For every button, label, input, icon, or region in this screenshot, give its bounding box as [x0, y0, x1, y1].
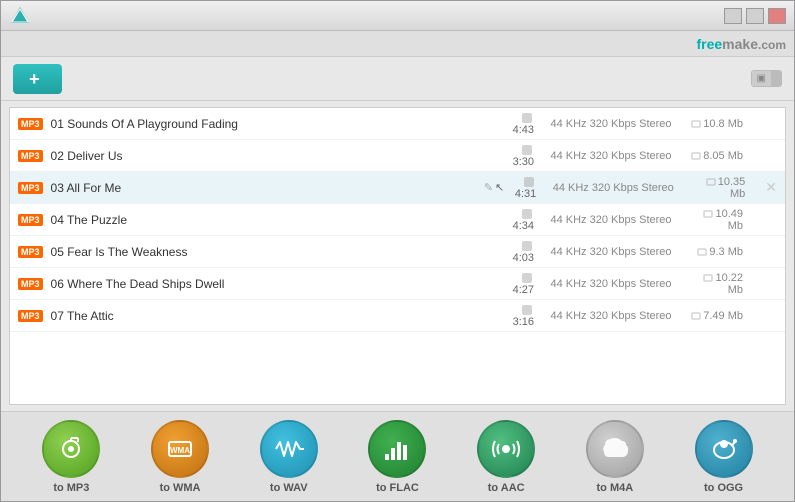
track-badge: MP3 [18, 182, 43, 194]
track-name: 07 The Attic [51, 309, 502, 323]
track-meta: 4:43 44 KHz 320 Kbps Stereo 10.8 Mb [502, 112, 777, 136]
menu-convert[interactable] [49, 41, 69, 47]
wma-label: to WMA [160, 482, 201, 494]
track-size: 10.35 Mb [690, 176, 745, 200]
edit-icon[interactable]: ✎ [484, 181, 493, 194]
menu-bar: freemake.com [1, 31, 794, 57]
aac-label: to AAC [488, 482, 525, 494]
brand-logo: freemake.com [696, 36, 786, 52]
svg-text:WMA: WMA [170, 446, 190, 455]
track-name: 01 Sounds Of A Playground Fading [51, 117, 502, 131]
track-meta: 3:16 44 KHz 320 Kbps Stereo 7.49 Mb [502, 304, 777, 328]
track-quality: 44 KHz 320 Kbps Stereo [546, 246, 676, 258]
menu-help[interactable] [69, 41, 89, 47]
track-size: 8.05 Mb [688, 150, 743, 162]
track-meta: 4:34 44 KHz 320 Kbps Stereo 10.49 Mb [502, 208, 777, 232]
track-close-button[interactable]: ✕ [765, 179, 777, 196]
join-toggle-on[interactable]: ▣ [752, 71, 771, 86]
flac-icon [368, 420, 426, 478]
brand-domain: .com [758, 38, 786, 52]
track-duration: 4:43 [502, 112, 534, 136]
menu-edit[interactable] [29, 41, 49, 47]
join-files-control: ▣ [745, 70, 782, 87]
track-size: 7.49 Mb [688, 310, 743, 322]
track-duration: 4:03 [502, 240, 534, 264]
track-badge: MP3 [18, 278, 43, 290]
track-list: MP3 01 Sounds Of A Playground Fading 4:4… [9, 107, 786, 405]
minimize-button[interactable] [724, 8, 742, 24]
flac-label: to FLAC [376, 482, 419, 494]
track-badge: MP3 [18, 246, 43, 258]
converter-m4a-button[interactable]: to M4A [586, 420, 644, 494]
menu-file[interactable] [9, 41, 29, 47]
plus-icon: + [29, 70, 40, 88]
aac-icon [477, 420, 535, 478]
track-name: 06 Where The Dead Ships Dwell [51, 277, 502, 291]
track-meta: 4:27 44 KHz 320 Kbps Stereo 10.22 Mb [502, 272, 777, 296]
track-duration: 4:34 [502, 208, 534, 232]
toolbar: + ▣ [1, 57, 794, 101]
track-row[interactable]: MP3 06 Where The Dead Ships Dwell 4:27 4… [10, 268, 785, 300]
track-size: 10.22 Mb [688, 272, 743, 296]
track-duration: 3:16 [502, 304, 534, 328]
track-duration: 3:30 [502, 144, 534, 168]
converter-wma-button[interactable]: WMA to WMA [151, 420, 209, 494]
mp3-icon [42, 420, 100, 478]
track-name: 03 All For Me [51, 181, 480, 195]
track-quality: 44 KHz 320 Kbps Stereo [548, 182, 678, 194]
window-controls [724, 8, 786, 24]
m4a-icon [586, 420, 644, 478]
join-toggle-off[interactable] [771, 71, 781, 86]
app-logo [9, 5, 31, 27]
main-window: freemake.com + ▣ MP3 01 Sounds Of A Play… [0, 0, 795, 502]
track-row[interactable]: MP3 05 Fear Is The Weakness 4:03 44 KHz … [10, 236, 785, 268]
wav-label: to WAV [270, 482, 308, 494]
track-row[interactable]: MP3 03 All For Me ✎↖ 4:31 44 KHz 320 Kbp… [10, 172, 785, 204]
wma-icon: WMA [151, 420, 209, 478]
track-badge: MP3 [18, 214, 43, 226]
join-toggle[interactable]: ▣ [751, 70, 782, 87]
track-meta: 3:30 44 KHz 320 Kbps Stereo 8.05 Mb [502, 144, 777, 168]
maximize-button[interactable] [746, 8, 764, 24]
converter-flac-button[interactable]: to FLAC [368, 420, 426, 494]
track-meta: 4:31 44 KHz 320 Kbps Stereo 10.35 Mb ✕ [504, 176, 777, 200]
track-duration: 4:31 [504, 176, 536, 200]
track-name: 02 Deliver Us [51, 149, 502, 163]
track-badge: MP3 [18, 150, 43, 162]
track-size: 10.8 Mb [688, 118, 743, 130]
track-badge: MP3 [18, 310, 43, 322]
brand-name-free: free [696, 36, 722, 52]
converter-mp3-button[interactable]: to MP3 [42, 420, 100, 494]
track-row[interactable]: MP3 07 The Attic 3:16 44 KHz 320 Kbps St… [10, 300, 785, 332]
track-row[interactable]: MP3 02 Deliver Us 3:30 44 KHz 320 Kbps S… [10, 140, 785, 172]
cursor-icon: ↖ [495, 181, 504, 194]
track-quality: 44 KHz 320 Kbps Stereo [546, 310, 676, 322]
add-audio-button[interactable]: + [13, 64, 62, 94]
converter-ogg-button[interactable]: to OGG [695, 420, 753, 494]
track-duration: 4:27 [502, 272, 534, 296]
brand-name-make: make [722, 36, 758, 52]
converter-bar: to MP3 WMA to WMA to WAV to FLAC to AAC … [1, 411, 794, 501]
ogg-label: to OGG [704, 482, 743, 494]
track-quality: 44 KHz 320 Kbps Stereo [546, 150, 676, 162]
m4a-label: to M4A [597, 482, 634, 494]
mp3-label: to MP3 [53, 482, 89, 494]
title-bar [1, 1, 794, 31]
wav-icon [260, 420, 318, 478]
track-quality: 44 KHz 320 Kbps Stereo [546, 118, 676, 130]
track-meta: 4:03 44 KHz 320 Kbps Stereo 9.3 Mb [502, 240, 777, 264]
track-badge: MP3 [18, 118, 43, 130]
converter-aac-button[interactable]: to AAC [477, 420, 535, 494]
ogg-icon [695, 420, 753, 478]
track-quality: 44 KHz 320 Kbps Stereo [546, 214, 676, 226]
track-name: 04 The Puzzle [51, 213, 502, 227]
track-row[interactable]: MP3 01 Sounds Of A Playground Fading 4:4… [10, 108, 785, 140]
close-button[interactable] [768, 8, 786, 24]
track-size: 9.3 Mb [688, 246, 743, 258]
track-quality: 44 KHz 320 Kbps Stereo [546, 278, 676, 290]
track-name: 05 Fear Is The Weakness [51, 245, 502, 259]
converter-wav-button[interactable]: to WAV [260, 420, 318, 494]
track-size: 10.49 Mb [688, 208, 743, 232]
track-row[interactable]: MP3 04 The Puzzle 4:34 44 KHz 320 Kbps S… [10, 204, 785, 236]
